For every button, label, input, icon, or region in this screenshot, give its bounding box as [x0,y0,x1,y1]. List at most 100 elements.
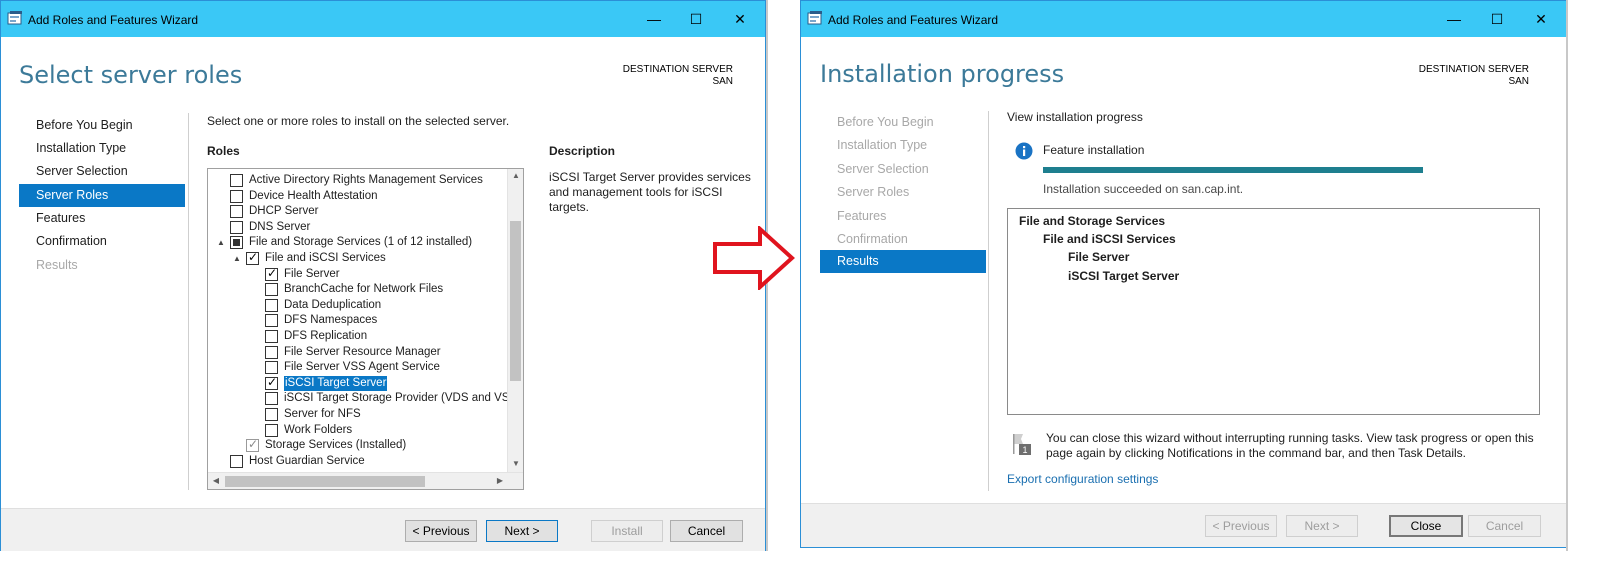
role-label: Host Guardian Service [249,454,365,467]
nav-server-roles[interactable]: Server Roles [19,184,185,207]
role-row[interactable]: File Server [265,266,340,282]
nav-installation-type[interactable]: Installation Type [19,137,185,160]
role-row[interactable]: Storage Services (Installed) [246,437,406,453]
instruction-text: Select one or more roles to install on t… [207,114,510,128]
role-label: Work Folders [284,423,353,436]
nav-before-you-begin: Before You Begin [837,115,934,129]
role-checkbox[interactable] [265,408,278,421]
role-row[interactable]: Work Folders [265,423,352,438]
role-checkbox[interactable] [265,283,278,297]
nav-features: Features [837,209,887,223]
role-checkbox[interactable] [265,392,278,406]
role-row[interactable]: File Server Resource Manager [265,345,441,360]
role-checkbox[interactable] [246,250,259,265]
description-heading: Description [549,144,616,158]
role-row[interactable]: Active Directory Rights Management Servi… [230,173,483,188]
export-configuration-link[interactable]: Export configuration settings [1007,472,1158,486]
note-line: You can close this wizard without interr… [1046,431,1534,445]
role-row[interactable]: iSCSI Target Storage Provider (VDS and V… [265,391,517,406]
role-row[interactable]: iSCSI Target Server [265,375,388,391]
notification-badge: 1 [1022,445,1027,455]
role-label: Data Deduplication [284,298,382,311]
nav-server-roles: Server Roles [837,185,910,199]
role-row[interactable]: File Server VSS Agent Service [265,360,440,375]
destination-server: DESTINATION SERVER SAN [1397,64,1529,88]
close-wizard-note: You can close this wizard without interr… [1046,431,1534,461]
right-arrow-icon [713,226,795,290]
install-button: Install [591,520,663,542]
role-row[interactable]: ▲ File and iSCSI Services [232,250,386,266]
role-checkbox[interactable] [230,236,243,250]
role-checkbox[interactable] [230,454,243,468]
result-item: File and iSCSI Services [1043,232,1176,246]
scroll-thumb[interactable] [225,476,425,487]
description-line: iSCSI Target Server provides services [549,170,751,184]
close-dialog-button[interactable]: Close [1389,515,1463,537]
nav-server-selection[interactable]: Server Selection [19,160,185,183]
description-line: and management tools for iSCSI [549,185,723,199]
view-progress-label: View installation progress [1007,110,1143,124]
role-checkbox[interactable] [265,345,278,359]
scroll-right-icon[interactable]: ▶ [492,476,508,485]
role-row[interactable]: Data Deduplication [265,298,381,313]
role-label: File Server VSS Agent Service [284,361,440,374]
note-line: page again by clicking Notifications in … [1046,446,1467,460]
role-checkbox[interactable] [230,220,243,234]
role-checkbox[interactable] [230,174,243,187]
role-checkbox[interactable] [265,423,278,437]
role-row[interactable]: DNS Server [230,220,310,235]
role-row[interactable]: Server for NFS [265,407,361,422]
role-row[interactable]: Host Guardian Service [230,454,365,469]
role-row[interactable]: DFS Replication [265,329,367,344]
expand-collapse-icon[interactable]: ▲ [232,251,242,266]
role-checkbox[interactable] [265,266,278,281]
next-button[interactable]: Next > [486,520,558,542]
role-checkbox[interactable] [265,361,278,375]
scroll-down-icon[interactable]: ▼ [508,459,523,468]
role-checkbox[interactable] [265,298,278,312]
role-row[interactable]: BranchCache for Network Files [265,282,443,297]
description-line: targets. [549,200,590,214]
server-manager-icon [7,11,22,25]
role-row[interactable]: Device Health Attestation [230,189,378,204]
minimize-button[interactable]: — [1431,5,1477,33]
minimize-button[interactable]: — [631,5,677,33]
nav-features[interactable]: Features [19,207,185,230]
page-title: Installation progress [820,60,1065,88]
nav-confirmation[interactable]: Confirmation [19,230,185,253]
nav-before-you-begin[interactable]: Before You Begin [19,114,185,137]
nav-server-selection: Server Selection [837,162,929,176]
role-row[interactable]: ▲ File and Storage Services (1 of 12 inst… [216,235,472,250]
role-row[interactable]: DHCP Server [230,204,318,219]
roles-vertical-scrollbar[interactable]: ▲ ▼ [507,169,523,473]
scroll-thumb[interactable] [510,221,521,381]
roles-tree[interactable]: Active Directory Rights Management Servi… [207,168,524,490]
scroll-left-icon[interactable]: ◀ [208,476,224,485]
cancel-button[interactable]: Cancel [670,520,743,542]
role-label: DHCP Server [249,205,319,218]
maximize-button[interactable]: ☐ [1474,5,1520,33]
title-bar[interactable]: Add Roles and Features Wizard — ☐ ✕ [801,1,1567,37]
feature-installation-label: Feature installation [1043,143,1145,157]
close-button[interactable]: ✕ [1518,5,1564,33]
roles-horizontal-scrollbar[interactable]: ◀ ▶ [208,472,523,489]
role-label: Active Directory Rights Management Servi… [249,174,483,186]
expand-collapse-icon[interactable]: ▲ [216,235,226,250]
nav-results[interactable]: Results [820,250,986,273]
role-checkbox[interactable] [230,205,243,219]
close-button[interactable]: ✕ [717,5,763,33]
role-label: DNS Server [249,220,311,233]
previous-button[interactable]: < Previous [405,520,477,542]
role-checkbox[interactable] [265,314,278,328]
role-checkbox[interactable] [265,330,278,343]
role-checkbox[interactable] [265,375,278,390]
role-row[interactable]: DFS Namespaces [265,313,377,328]
title-bar[interactable]: Add Roles and Features Wizard — ☐ ✕ [1,1,765,37]
destination-server-name: SAN [712,76,733,87]
scroll-up-icon[interactable]: ▲ [508,171,523,180]
maximize-button[interactable]: ☐ [673,5,719,33]
results-list[interactable]: File and Storage Services File and iSCSI… [1007,208,1540,415]
role-checkbox[interactable] [230,189,243,203]
nav-divider [988,111,989,491]
destination-server: DESTINATION SERVER SAN [601,64,733,88]
